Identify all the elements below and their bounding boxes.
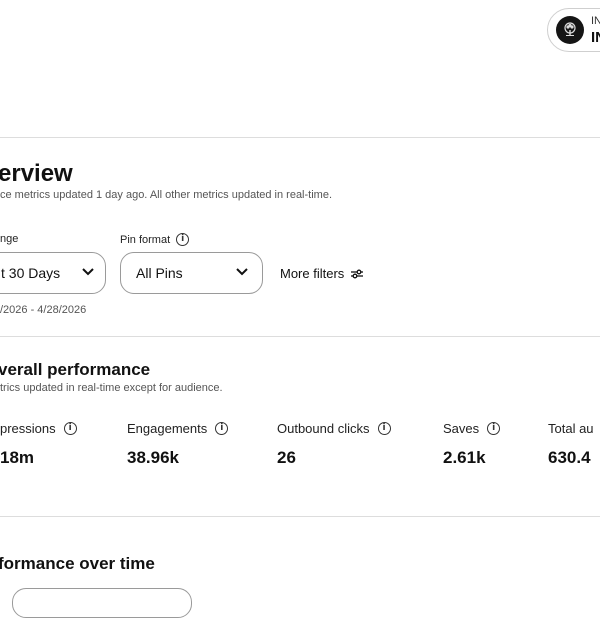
overall-performance-title: verall performance: [0, 360, 151, 379]
more-filters-button[interactable]: More filters: [280, 266, 364, 281]
account-type-label: IN: [591, 15, 600, 27]
info-icon[interactable]: i: [215, 422, 229, 435]
pin-format-select[interactable]: All Pins: [120, 252, 263, 294]
pin-format-label-row: Pin format i: [120, 233, 190, 246]
metric-saves-label: Saves i: [443, 421, 501, 436]
date-range-dates: /2026 - 4/28/2026: [0, 304, 87, 316]
section-divider: [0, 516, 600, 517]
metric-engagements-label: Engagements i: [127, 421, 229, 436]
tree-logo-icon: [564, 22, 576, 36]
metric-impressions-value: 18m: [0, 448, 35, 467]
chevron-down-icon: [236, 268, 248, 276]
pin-format-value: All Pins: [136, 265, 183, 281]
pin-format-label: Pin format: [120, 233, 171, 246]
info-icon[interactable]: i: [63, 422, 77, 435]
page-subtitle: ce metrics updated 1 day ago. All other …: [0, 189, 333, 201]
performance-over-time-title: formance over time: [0, 554, 155, 573]
date-range-label: nge: [0, 233, 19, 245]
metric-label-text: Engagements: [127, 421, 208, 436]
filter-sliders-icon: [351, 269, 364, 278]
info-icon[interactable]: i: [176, 233, 190, 246]
date-range-select[interactable]: t 30 Days: [0, 252, 106, 294]
metric-engagements-value: 38.96k: [127, 448, 179, 467]
date-range-value: t 30 Days: [1, 265, 61, 281]
metric-label-text: Outbound clicks: [277, 421, 370, 436]
avatar: [556, 16, 584, 44]
chevron-down-icon: [82, 268, 94, 276]
metric-saves-value: 2.61k: [443, 448, 486, 467]
section-divider: [0, 336, 600, 337]
metric-impressions-label: pressions i: [0, 421, 77, 436]
metric-total-audience-label: Total au: [548, 421, 594, 436]
account-switcher[interactable]: IN IN: [547, 8, 600, 52]
metric-outbound-clicks-value: 26: [277, 448, 296, 467]
info-icon[interactable]: i: [377, 422, 391, 435]
header-divider: [0, 137, 600, 138]
metric-outbound-clicks-label: Outbound clicks i: [277, 421, 391, 436]
metric-label-text: pressions: [0, 421, 56, 436]
metric-label-text: Total au: [548, 421, 594, 436]
metric-select[interactable]: [12, 588, 192, 618]
account-name: IN: [591, 29, 600, 46]
metric-label-text: Saves: [443, 421, 480, 436]
metric-total-audience-value: 630.4: [548, 448, 591, 467]
overall-performance-subtitle: trics updated in real-time except for au…: [0, 382, 223, 394]
page-title: erview: [0, 160, 73, 187]
more-filters-label: More filters: [280, 266, 345, 281]
info-icon[interactable]: i: [487, 422, 501, 435]
